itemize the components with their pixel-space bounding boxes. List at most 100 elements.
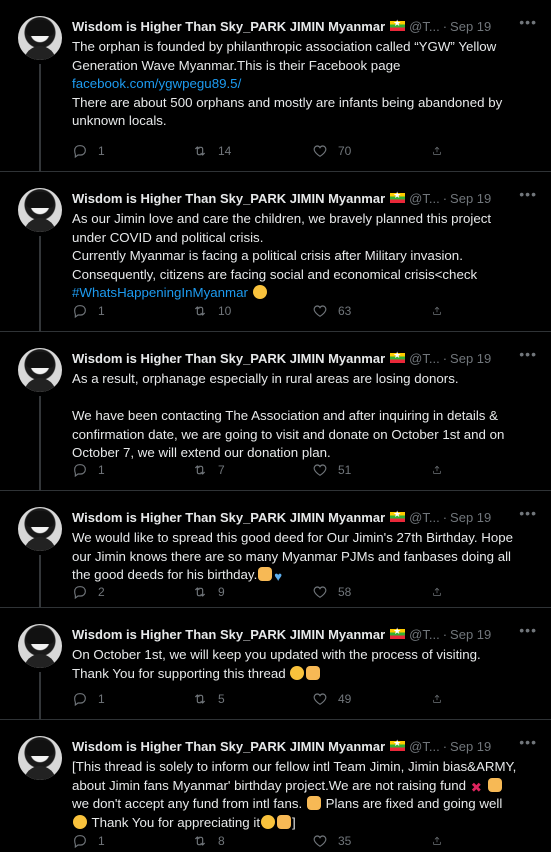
tweet-date[interactable]: Sep 19 — [450, 627, 491, 642]
text-line: On October 1st, we will keep you updated… — [72, 647, 481, 662]
tweet-text: As our Jimin love and care the children,… — [72, 210, 527, 303]
tweet-date[interactable]: Sep 19 — [450, 351, 491, 366]
author-handle[interactable]: @T... — [409, 627, 440, 642]
retweet-icon — [194, 146, 206, 156]
facebook-link[interactable]: facebook.com/ygwpegu89.5/ — [72, 75, 527, 94]
more-icon[interactable]: ••• — [519, 622, 537, 638]
heart-icon — [313, 586, 327, 599]
blue-heart-emoji: ♥ — [274, 569, 283, 584]
author-handle[interactable]: @T... — [409, 191, 440, 206]
like-button[interactable]: 70 — [312, 142, 432, 160]
text-line: As our Jimin love and care the children,… — [72, 211, 492, 226]
reply-button[interactable]: 1 — [72, 461, 192, 479]
reply-count: 1 — [98, 463, 105, 477]
avatar[interactable] — [18, 188, 62, 232]
tweet-date[interactable]: Sep 19 — [450, 739, 491, 754]
myanmar-flag-icon — [390, 509, 406, 522]
text-line: We would like to spread this good deed f… — [72, 530, 514, 545]
myanmar-flag-icon — [390, 738, 406, 751]
like-button[interactable]: 49 — [312, 690, 432, 708]
author-handle[interactable]: @T... — [409, 19, 440, 34]
reply-button[interactable]: 1 — [72, 690, 192, 708]
author-name[interactable]: Wisdom is Higher Than Sky_PARK JIMIN Mya… — [72, 19, 385, 34]
avatar[interactable] — [18, 16, 62, 60]
like-button[interactable]: 35 — [312, 832, 432, 850]
reply-button[interactable]: 1 — [72, 302, 192, 320]
like-button[interactable]: 58 — [312, 583, 432, 601]
like-button[interactable]: 63 — [312, 302, 432, 320]
tweet[interactable]: Wisdom is Higher Than Sky_PARK JIMIN Mya… — [0, 172, 551, 332]
tweet-text: [This thread is solely to inform our fel… — [72, 758, 527, 832]
more-icon[interactable]: ••• — [519, 186, 537, 202]
tweet-date[interactable]: Sep 19 — [450, 510, 491, 525]
hashtag-link[interactable]: #WhatsHappeningInMyanmar — [72, 285, 248, 300]
tweet[interactable]: Wisdom is Higher Than Sky_PARK JIMIN Mya… — [0, 608, 551, 720]
tweet-actions: 1 8 35 — [72, 832, 452, 850]
reply-icon — [74, 145, 86, 159]
retweet-button[interactable]: 5 — [192, 690, 312, 708]
retweet-button[interactable]: 8 — [192, 832, 312, 850]
reply-button[interactable]: 2 — [72, 583, 192, 601]
author-name[interactable]: Wisdom is Higher Than Sky_PARK JIMIN Mya… — [72, 510, 385, 525]
author-name[interactable]: Wisdom is Higher Than Sky_PARK JIMIN Mya… — [72, 351, 385, 366]
tweet-date[interactable]: Sep 19 — [450, 19, 491, 34]
like-count: 70 — [338, 144, 352, 158]
share-button[interactable] — [432, 690, 452, 708]
avatar[interactable] — [18, 736, 62, 780]
more-icon[interactable]: ••• — [519, 14, 537, 30]
tweet[interactable]: Wisdom is Higher Than Sky_PARK JIMIN Mya… — [0, 0, 551, 172]
text-line: Consequently, citizens are facing social… — [72, 266, 478, 282]
retweet-button[interactable]: 9 — [192, 583, 312, 601]
share-button[interactable] — [432, 832, 452, 850]
thread-connector — [39, 555, 41, 608]
separator: · — [442, 626, 448, 642]
thread-connector — [39, 236, 41, 332]
like-count: 63 — [338, 304, 352, 318]
retweet-icon — [194, 694, 206, 704]
more-icon[interactable]: ••• — [519, 505, 537, 521]
tweet-date[interactable]: Sep 19 — [450, 191, 491, 206]
avatar[interactable] — [18, 348, 62, 392]
share-button[interactable] — [432, 142, 452, 160]
author-handle[interactable]: @T... — [409, 739, 440, 754]
more-icon[interactable]: ••• — [519, 734, 537, 750]
avatar[interactable] — [18, 507, 62, 551]
tweet-header: Wisdom is Higher Than Sky_PARK JIMIN Mya… — [72, 622, 539, 644]
tweet-header: Wisdom is Higher Than Sky_PARK JIMIN Mya… — [72, 186, 539, 208]
author-name[interactable]: Wisdom is Higher Than Sky_PARK JIMIN Mya… — [72, 739, 385, 754]
share-button[interactable] — [432, 302, 452, 320]
smiling-face-emoji — [261, 814, 276, 829]
reply-count: 2 — [98, 585, 105, 599]
myanmar-flag-icon — [390, 190, 406, 203]
text-line: October 7, we will extend our donation p… — [72, 445, 331, 460]
like-button[interactable]: 51 — [312, 461, 432, 479]
reply-button[interactable]: 1 — [72, 832, 192, 850]
more-icon[interactable]: ••• — [519, 346, 537, 362]
separator: · — [442, 509, 448, 525]
reply-icon — [74, 305, 86, 319]
person-bowing-emoji — [306, 796, 321, 810]
author-name[interactable]: Wisdom is Higher Than Sky_PARK JIMIN Mya… — [72, 191, 385, 206]
tweet[interactable]: Wisdom is Higher Than Sky_PARK JIMIN Mya… — [0, 491, 551, 608]
reply-button[interactable]: 1 — [72, 142, 192, 160]
author-handle[interactable]: @T... — [409, 510, 440, 525]
retweet-button[interactable]: 7 — [192, 461, 312, 479]
myanmar-flag-icon — [390, 626, 406, 639]
retweet-button[interactable]: 14 — [192, 142, 312, 160]
share-button[interactable] — [432, 461, 452, 479]
heart-icon — [313, 145, 327, 158]
retweet-button[interactable]: 10 — [192, 302, 312, 320]
author-handle[interactable]: @T... — [409, 351, 440, 366]
reply-count: 1 — [98, 834, 105, 848]
retweet-icon — [194, 587, 206, 597]
like-count: 49 — [338, 692, 352, 706]
tweet[interactable]: Wisdom is Higher Than Sky_PARK JIMIN Mya… — [0, 332, 551, 491]
heart-icon — [313, 464, 327, 477]
person-bowing-emoji — [306, 665, 321, 680]
share-button[interactable] — [432, 583, 452, 601]
text-line: unknown locals. — [72, 113, 167, 128]
author-name[interactable]: Wisdom is Higher Than Sky_PARK JIMIN Mya… — [72, 627, 385, 642]
tweet-header: Wisdom is Higher Than Sky_PARK JIMIN Mya… — [72, 734, 539, 756]
tweet[interactable]: Wisdom is Higher Than Sky_PARK JIMIN Mya… — [0, 720, 551, 852]
avatar[interactable] — [18, 624, 62, 668]
